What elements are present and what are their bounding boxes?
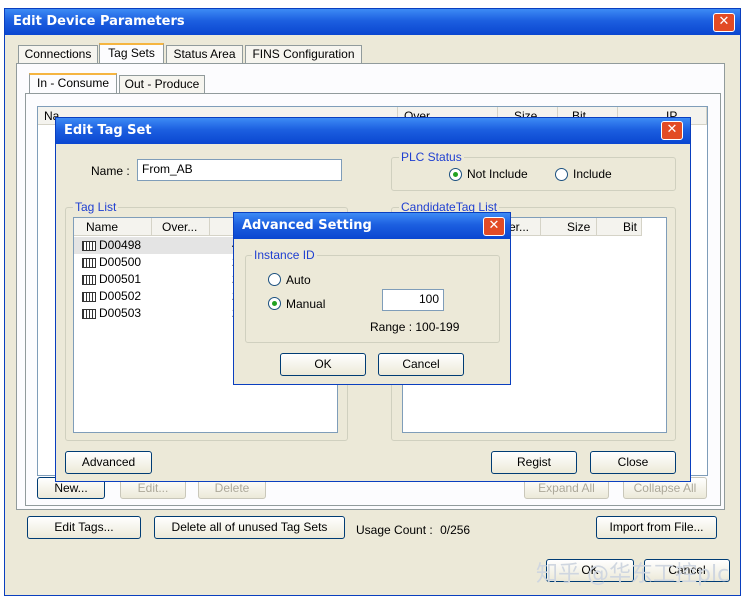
tab-connections[interactable]: Connections — [18, 45, 98, 63]
manual-label: Manual — [286, 297, 326, 311]
not-include-radio[interactable] — [449, 168, 462, 181]
close-button[interactable]: Close — [590, 451, 676, 474]
advanced-setting-title-bar: Advanced Setting — [234, 213, 510, 239]
tag-list-header-name: Name — [74, 218, 152, 236]
usage-count: Usage Count : 0/256 — [356, 522, 470, 539]
regist-button[interactable]: Regist — [491, 451, 577, 474]
tag-list-header-over: Over... — [152, 218, 210, 236]
tab-out-produce[interactable]: Out - Produce — [119, 75, 205, 93]
not-include-label: Not Include — [467, 167, 528, 181]
usage-count-label: Usage Count : — [356, 523, 433, 537]
tag-icon — [82, 308, 96, 319]
usage-count-value: 0/256 — [440, 523, 471, 537]
advanced-setting-title: Advanced Setting — [242, 218, 372, 233]
advanced-ok-button[interactable]: OK — [280, 353, 366, 376]
instance-id-field[interactable]: 100 — [382, 289, 444, 311]
advanced-button[interactable]: Advanced — [65, 451, 152, 474]
tag-icon — [82, 240, 96, 251]
name-label: Name : — [91, 164, 130, 178]
edit-tag-set-title-bar: Edit Tag Set — [56, 118, 690, 144]
range-text: Range : 100-199 — [370, 320, 460, 334]
delete-unused-tag-sets-button[interactable]: Delete all of unused Tag Sets — [154, 516, 345, 539]
close-icon[interactable]: ✕ — [483, 217, 505, 236]
window-title: Edit Device Parameters — [13, 14, 185, 29]
instance-id-label: Instance ID — [252, 248, 317, 262]
candidate-header-size: Size — [541, 218, 597, 236]
tab-status-area[interactable]: Status Area — [166, 45, 243, 63]
tag-icon — [82, 291, 96, 302]
manual-radio[interactable] — [268, 297, 281, 310]
tab-tag-sets[interactable]: Tag Sets — [99, 43, 164, 63]
candidate-header-bit: Bit — [597, 218, 642, 236]
tab-fins-configuration[interactable]: FINS Configuration — [245, 45, 362, 63]
import-from-file-button[interactable]: Import from File... — [596, 516, 717, 539]
close-icon[interactable]: ✕ — [661, 121, 683, 140]
tag-icon — [82, 274, 96, 285]
watermark: 知乎 @华东工控plc — [536, 562, 730, 587]
window-title-bar: Edit Device Parameters — [5, 9, 740, 35]
tag-list-label: Tag List — [73, 200, 119, 214]
edit-tag-set-title: Edit Tag Set — [64, 123, 152, 138]
advanced-cancel-button[interactable]: Cancel — [378, 353, 464, 376]
edit-tags-button[interactable]: Edit Tags... — [27, 516, 141, 539]
tab-in-consume[interactable]: In - Consume — [29, 73, 117, 93]
tag-icon — [82, 257, 96, 268]
name-field[interactable]: From_AB — [137, 159, 342, 181]
auto-label: Auto — [286, 273, 311, 287]
include-label: Include — [573, 167, 612, 181]
auto-radio[interactable] — [268, 273, 281, 286]
plc-status-label: PLC Status — [399, 150, 464, 164]
close-icon[interactable]: ✕ — [713, 13, 735, 32]
include-radio[interactable] — [555, 168, 568, 181]
